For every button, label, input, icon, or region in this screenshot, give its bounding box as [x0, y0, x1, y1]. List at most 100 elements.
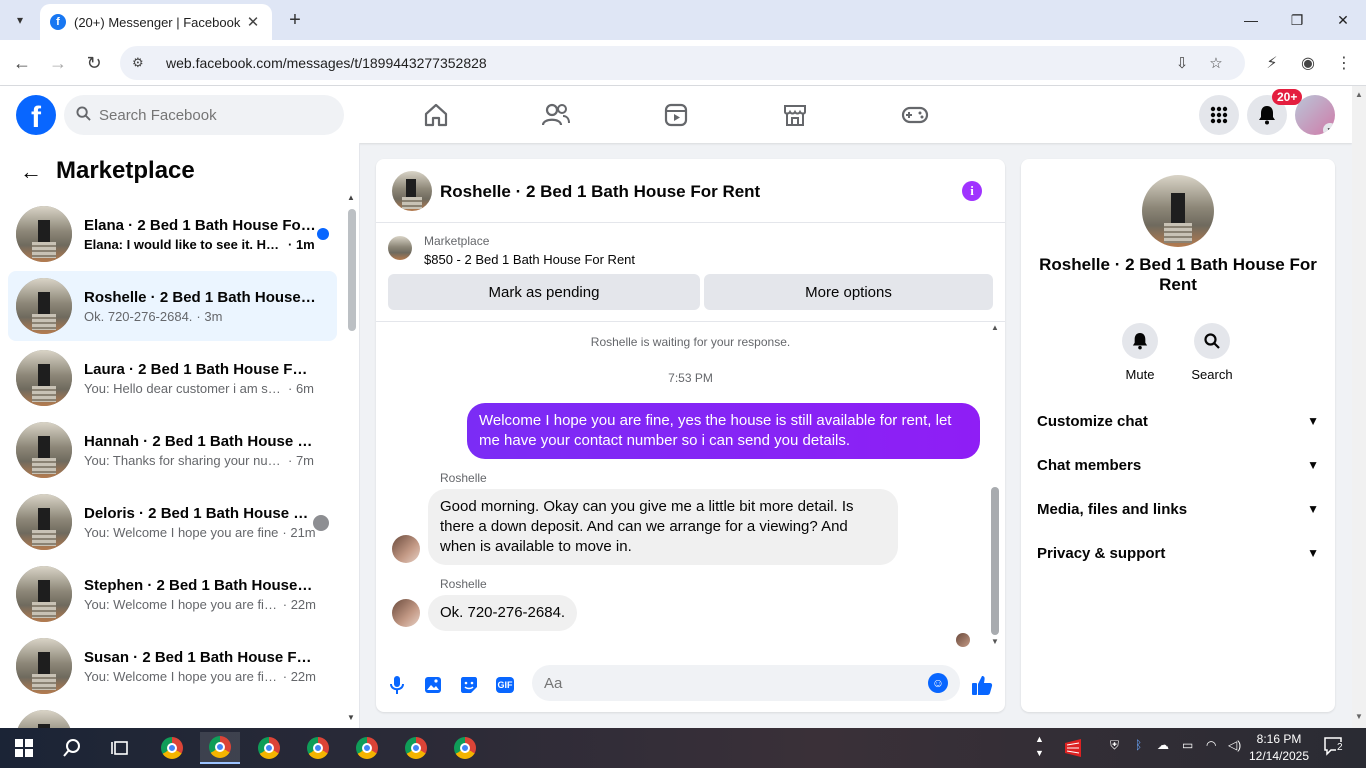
search-icon — [76, 105, 91, 125]
emoji-icon[interactable]: ☺ — [928, 673, 948, 693]
marketplace-icon[interactable] — [780, 100, 810, 130]
action-center-icon[interactable]: 2 — [1323, 736, 1349, 760]
conversation-item[interactable]: Deloris · 2 Bed 1 Bath House For Rent You… — [8, 487, 337, 557]
extensions-icon[interactable]: ⚡ — [1260, 51, 1284, 75]
chrome-taskbar-icon[interactable] — [396, 732, 436, 764]
back-icon[interactable]: ← — [10, 51, 34, 75]
conversation-item[interactable]: Stephen · 2 Bed 1 Bath House For Rent You… — [8, 559, 337, 629]
video-icon[interactable] — [661, 100, 691, 130]
listing-thumbnail[interactable] — [392, 171, 432, 211]
search-input[interactable] — [99, 106, 319, 124]
listing-thumbnail — [16, 638, 72, 694]
close-window-icon[interactable]: ✕ — [1320, 6, 1366, 34]
reload-icon[interactable]: ↻ — [82, 51, 106, 75]
thumbs-up-icon[interactable] — [971, 674, 993, 696]
restore-icon[interactable]: ❐ — [1274, 6, 1320, 34]
scroll-up-icon[interactable]: ▲ — [1354, 90, 1364, 99]
sender-avatar[interactable] — [392, 535, 420, 563]
chrome-taskbar-icon[interactable] — [445, 732, 485, 764]
scroll-up-icon[interactable]: ▲ — [990, 323, 1000, 332]
network-icon[interactable]: ☁ — [1157, 738, 1169, 752]
chat-scrollbar[interactable]: ▲ ▼ — [990, 323, 1000, 653]
chrome-taskbar-icon[interactable] — [249, 732, 289, 764]
url-text[interactable]: web.facebook.com/messages/t/189944327735… — [166, 55, 1165, 71]
scroll-down-icon[interactable]: ▼ — [990, 637, 1000, 646]
account-avatar[interactable]: ▼ — [1295, 95, 1335, 135]
search-icon — [1194, 323, 1230, 359]
chat-title[interactable]: Roshelle · 2 Bed 1 Bath House For Rent — [440, 182, 760, 202]
listing-price[interactable]: $850 - 2 Bed 1 Bath House For Rent — [424, 252, 635, 267]
incoming-message[interactable]: Ok. 720-276-2684. — [428, 595, 578, 631]
install-app-icon[interactable]: ⇩ — [1165, 54, 1199, 72]
conversation-item[interactable]: Elana · 2 Bed 1 Bath House For Rent Elana… — [8, 199, 337, 269]
volume-icon[interactable]: ◁) — [1228, 738, 1241, 752]
customize-chat-section[interactable]: Customize chat ▼ — [1029, 401, 1327, 441]
sidebar-scrollbar[interactable]: ▲ ▼ — [346, 193, 356, 723]
scroll-down-icon[interactable]: ▼ — [346, 713, 356, 722]
message-input[interactable]: ☺ — [532, 665, 960, 701]
listing-thumbnail[interactable] — [388, 236, 412, 260]
message-text-field[interactable] — [544, 674, 928, 692]
gaming-icon[interactable] — [900, 100, 930, 130]
photo-icon[interactable] — [422, 674, 444, 696]
new-tab-icon[interactable]: + — [283, 8, 307, 32]
scroll-thumb[interactable] — [348, 209, 356, 331]
conversation-item[interactable]: Laura · 2 Bed 1 Bath House For Rent You: … — [8, 343, 337, 413]
bluetooth-icon[interactable]: ᛒ — [1135, 738, 1142, 752]
taskbar-clock[interactable]: 8:16 PM 12/14/2025 — [1242, 731, 1316, 765]
close-tab-icon[interactable]: ✕ — [244, 13, 262, 31]
wifi-icon[interactable]: ◠ — [1206, 738, 1216, 752]
tray-expand-icon[interactable]: ▲ ▼ — [1035, 732, 1044, 760]
scroll-down-icon[interactable]: ▼ — [1354, 712, 1364, 721]
chrome-taskbar-icon[interactable] — [298, 732, 338, 764]
scroll-thumb[interactable] — [991, 487, 999, 635]
menu-grid-icon[interactable] — [1199, 95, 1239, 135]
chrome-taskbar-icon[interactable] — [347, 732, 387, 764]
info-icon[interactable]: i — [962, 181, 982, 201]
more-options-button[interactable]: More options — [704, 274, 993, 310]
facebook-search[interactable] — [64, 95, 344, 135]
listing-profile-image[interactable] — [1142, 175, 1214, 247]
sender-avatar[interactable] — [392, 599, 420, 627]
incoming-message[interactable]: Good morning. Okay can you give me a lit… — [428, 489, 898, 565]
conversation-item[interactable]: Roshelle · 2 Bed 1 Bath House For Rent Ok… — [8, 271, 337, 341]
security-shield-icon[interactable]: ⛨ — [1110, 738, 1119, 753]
friends-icon[interactable] — [541, 100, 571, 130]
mark-pending-button[interactable]: Mark as pending — [388, 274, 700, 310]
battery-icon[interactable]: ▭ — [1182, 738, 1193, 752]
media-files-links-section[interactable]: Media, files and links ▼ — [1029, 489, 1327, 529]
conversation-item[interactable]: Susan · 2 Bed 1 Bath House For Rent You: … — [8, 631, 337, 701]
bookmark-star-icon[interactable]: ☆ — [1199, 54, 1233, 72]
back-arrow-icon[interactable]: ← — [20, 159, 42, 185]
address-bar[interactable]: ⚙ web.facebook.com/messages/t/1899443277… — [120, 46, 1245, 80]
home-icon[interactable] — [421, 100, 451, 130]
chrome-taskbar-icon[interactable] — [200, 732, 240, 764]
conversation-item[interactable]: Hannah · 2 Bed 1 Bath House For Rent You:… — [8, 415, 337, 485]
scroll-up-icon[interactable]: ▲ — [346, 193, 356, 202]
site-info-icon[interactable]: ⚙ — [132, 55, 152, 71]
gif-icon[interactable]: GIF — [494, 674, 516, 696]
browser-tab-messenger[interactable]: f (20+) Messenger | Facebook ✕ — [40, 4, 272, 40]
privacy-support-section[interactable]: Privacy & support ▼ — [1029, 533, 1327, 573]
sticker-icon[interactable] — [458, 674, 480, 696]
notification-count: 2 — [1336, 742, 1344, 753]
forward-icon[interactable]: → — [46, 51, 70, 75]
menu-kebab-icon[interactable]: ⋮ — [1332, 51, 1356, 75]
mute-button[interactable]: Mute — [1105, 323, 1175, 382]
search-icon[interactable] — [52, 732, 92, 764]
outgoing-message[interactable]: Welcome I hope you are fine, yes the hou… — [467, 403, 980, 459]
chat-panel: Roshelle · 2 Bed 1 Bath House For Rent i… — [376, 159, 1005, 712]
search-conversation-button[interactable]: Search — [1177, 323, 1247, 382]
chat-members-section[interactable]: Chat members ▼ — [1029, 445, 1327, 485]
minimize-icon[interactable]: — — [1228, 6, 1274, 34]
microphone-icon[interactable] — [386, 674, 408, 696]
page-scrollbar[interactable]: ▲ ▼ — [1352, 86, 1366, 728]
tab-search-icon[interactable]: ▾ — [8, 8, 32, 32]
start-windows-icon[interactable] — [4, 732, 44, 764]
app-tray-icon[interactable] — [1053, 732, 1093, 764]
task-view-icon[interactable] — [100, 732, 140, 764]
chrome-taskbar-icon[interactable] — [152, 732, 192, 764]
facebook-logo-icon[interactable]: f — [16, 95, 56, 135]
conversation-name: Deloris · 2 Bed 1 Bath House For Rent — [84, 504, 316, 522]
profile-icon[interactable]: ◉ — [1296, 51, 1320, 75]
